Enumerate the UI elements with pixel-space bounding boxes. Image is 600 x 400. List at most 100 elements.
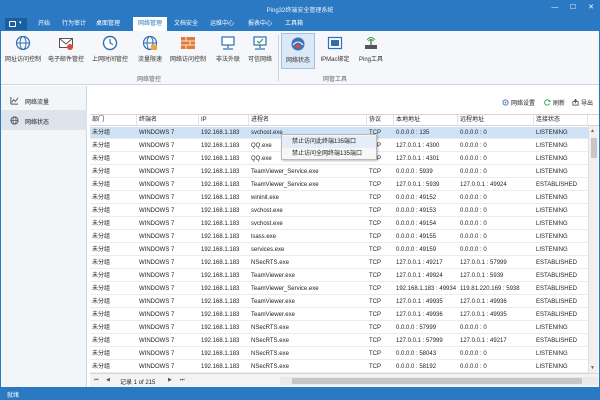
column-header-terminal-name[interactable]: 终端名 (137, 115, 199, 126)
table-row[interactable]: 未分组 WINDOWS 7 192.168.1.183 lsass.exe TCP 0.0… (90, 231, 588, 243)
ping-tool-button[interactable]: Ping工具 (355, 33, 387, 69)
app-menu-button[interactable]: ▾ (5, 18, 27, 30)
cell-terminal-name: WINDOWS 7 (139, 273, 175, 279)
menu-network-management[interactable]: 网络管理 (133, 17, 167, 31)
vertical-scrollbar[interactable]: ▲ ▼ (588, 126, 598, 373)
last-page-icon[interactable]: ⏭ (180, 377, 185, 383)
cell-process: wininit.exe (251, 195, 280, 201)
column-header-protocol[interactable]: 协议 (367, 115, 394, 126)
ribbon-label: 上网时间管控 (91, 57, 128, 63)
table-row[interactable]: 未分组 WINDOWS 7 192.168.1.183 TeamViewer.exe T… (90, 270, 588, 282)
cell-local-address: 0.0.0.0 : 49152 (396, 195, 437, 201)
cell-department: 未分组 (92, 208, 111, 214)
first-page-icon[interactable]: ⏮ (94, 377, 99, 383)
table-row[interactable]: 未分组 WINDOWS 7 192.168.1.183 TeamViewer_Serv… (90, 179, 588, 191)
trusted-network-button[interactable]: 可信网络 (245, 33, 275, 69)
network-access-control-button[interactable]: 网络访问控制 (167, 33, 209, 69)
table-row[interactable]: 未分组 WINDOWS 7 192.168.1.183 NSecRTS.exe TCP 0… (90, 348, 588, 360)
cell-remote-address: 0.0.0.0 : 0 (460, 156, 487, 162)
table-row[interactable]: 未分组 WINDOWS 7 192.168.1.183 NSecRTS.exe TCP 0… (90, 361, 588, 373)
table-row[interactable]: 未分组 WINDOWS 7 192.168.1.183 svchost.exe TCP 0… (90, 218, 588, 230)
table-row[interactable]: 未分组 WINDOWS 7 192.168.1.183 TeamViewer_Serv… (90, 166, 588, 178)
cell-state: LISTENING (536, 351, 568, 357)
menu-document-security[interactable]: 文档安全 (171, 17, 201, 31)
horizontal-scrollbar[interactable] (280, 377, 598, 385)
cell-state: ESTABLISHED (536, 273, 577, 279)
email-control-button[interactable]: 电子邮件管控 (45, 33, 87, 69)
cell-ip: 192.168.1.183 (201, 325, 240, 331)
network-status-button[interactable]: 网络状态 (281, 33, 315, 69)
network-settings-button[interactable]: 网络设置 (502, 98, 535, 108)
globe-icon (15, 35, 31, 51)
url-access-control-button[interactable]: 网址访问控制 (3, 33, 43, 69)
block-all-terminals-port-item[interactable]: 禁止访问全网终端135端口 (282, 148, 376, 160)
table-row[interactable]: 未分组 WINDOWS 7 192.168.1.183 NSecRTS.exe TCP 0… (90, 322, 588, 334)
horizontal-scroll-thumb[interactable] (292, 378, 582, 384)
cell-protocol: TCP (369, 312, 381, 318)
close-button[interactable]: ✕ (585, 3, 597, 13)
table-row[interactable]: 未分组 WINDOWS 7 192.168.1.183 NSecRTS.exe TCP 1… (90, 335, 588, 347)
table-row[interactable]: 未分组 WINDOWS 7 192.168.1.183 wininit.exe TCP 0… (90, 192, 588, 204)
cell-remote-address: 0.0.0.0 : 0 (460, 208, 487, 214)
table-row[interactable]: 未分组 WINDOWS 7 192.168.1.183 TeamViewer.exe T… (90, 309, 588, 321)
column-header-local-address[interactable]: 本地地址 (394, 115, 458, 126)
record-count: 记录 1 of 215 (120, 380, 156, 386)
column-header-department[interactable]: 部门 (90, 115, 137, 126)
menu-start[interactable]: 开始 (33, 17, 55, 31)
cell-remote-address: 127.0.0.1 : 5939 (460, 273, 504, 279)
menu-ops-center[interactable]: 运维中心 (207, 17, 237, 31)
cell-terminal-name: WINDOWS 7 (139, 286, 175, 292)
table-row[interactable]: 未分组 WINDOWS 7 192.168.1.183 TeamViewer.exe T… (90, 296, 588, 308)
cell-process: NSecRTS.exe (251, 338, 289, 344)
table-row[interactable]: 未分组 WINDOWS 7 192.168.1.183 TeamViewer_Serv… (90, 283, 588, 295)
cell-terminal-name: WINDOWS 7 (139, 156, 175, 162)
scroll-thumb[interactable] (591, 138, 597, 158)
ribbon-label: IPMac绑定 (320, 57, 350, 63)
cell-local-address: 0.0.0.0 : 49153 (396, 208, 437, 214)
traffic-limit-button[interactable]: 流量限速 (133, 33, 167, 69)
ipmac-binding-button[interactable]: IPMac绑定 (317, 33, 353, 69)
scroll-up-icon[interactable]: ▲ (590, 128, 595, 134)
app-window: Ping32终端安全管理系统 — ☐ ✕ ▾ 开始 行为审计 桌面管理 网络管理… (0, 0, 600, 400)
nav-item-network-status[interactable]: 网络状态 (1, 110, 87, 130)
menu-behavior-audit[interactable]: 行为审计 (59, 17, 89, 31)
cell-local-address: 127.0.0.1 : 49936 (396, 312, 443, 318)
cell-ip: 192.168.1.183 (201, 260, 240, 266)
minimize-button[interactable]: — (549, 3, 561, 13)
refresh-button[interactable]: 刷新 (544, 98, 565, 108)
cell-local-address: 127.0.0.1 : 4300 (396, 143, 440, 149)
column-header-process[interactable]: 进程名 (249, 115, 367, 126)
cell-local-address: 127.0.0.1 : 5939 (396, 182, 440, 188)
export-button[interactable]: 导出 (572, 98, 593, 108)
cell-local-address: 0.0.0.0 : 58043 (396, 351, 437, 357)
internet-time-control-button[interactable]: 上网时间管控 (89, 33, 131, 69)
prev-page-icon[interactable]: ◀ (106, 377, 110, 383)
menu-toolbox[interactable]: 工具箱 (281, 17, 307, 31)
cell-protocol: TCP (369, 364, 381, 370)
menu-report-center[interactable]: 报表中心 (245, 17, 275, 31)
illegal-outreach-button[interactable]: 非法外联 (211, 33, 245, 69)
nav-item-label: 网络状态 (25, 120, 50, 126)
column-header-ip[interactable]: IP (199, 115, 249, 126)
cell-department: 未分组 (92, 260, 111, 266)
globe-speed-icon (142, 35, 158, 51)
ribbon-label: 电子邮件管控 (47, 57, 84, 63)
cell-process: TeamViewer.exe (251, 299, 295, 305)
cell-state: LISTENING (536, 156, 568, 162)
table-row[interactable]: 未分组 WINDOWS 7 192.168.1.183 NSecRTS.exe TCP 1… (90, 257, 588, 269)
nav-item-network-traffic[interactable]: 网络流量 (1, 90, 87, 110)
cell-remote-address: 0.0.0.0 : 0 (460, 351, 487, 357)
maximize-button[interactable]: ☐ (567, 3, 579, 13)
column-header-state[interactable]: 连接状态 (534, 115, 588, 126)
table-row[interactable]: 未分组 WINDOWS 7 192.168.1.183 services.exe TCP… (90, 244, 588, 256)
column-header-remote-address[interactable]: 远程地址 (458, 115, 534, 126)
cell-protocol: TCP (369, 169, 381, 175)
table-row[interactable]: 未分组 WINDOWS 7 192.168.1.183 svchost.exe TCP 0… (90, 205, 588, 217)
cell-remote-address: 0.0.0.0 : 0 (460, 234, 487, 240)
scroll-down-icon[interactable]: ▼ (590, 365, 595, 371)
menu-desktop-management[interactable]: 桌面管理 (93, 17, 123, 31)
cell-ip: 192.168.1.183 (201, 169, 240, 175)
next-page-icon[interactable]: ▶ (168, 377, 172, 383)
cell-process: svchost.exe (251, 208, 283, 214)
block-this-terminal-port-item[interactable]: 禁止访问此终端135端口 (282, 136, 376, 148)
